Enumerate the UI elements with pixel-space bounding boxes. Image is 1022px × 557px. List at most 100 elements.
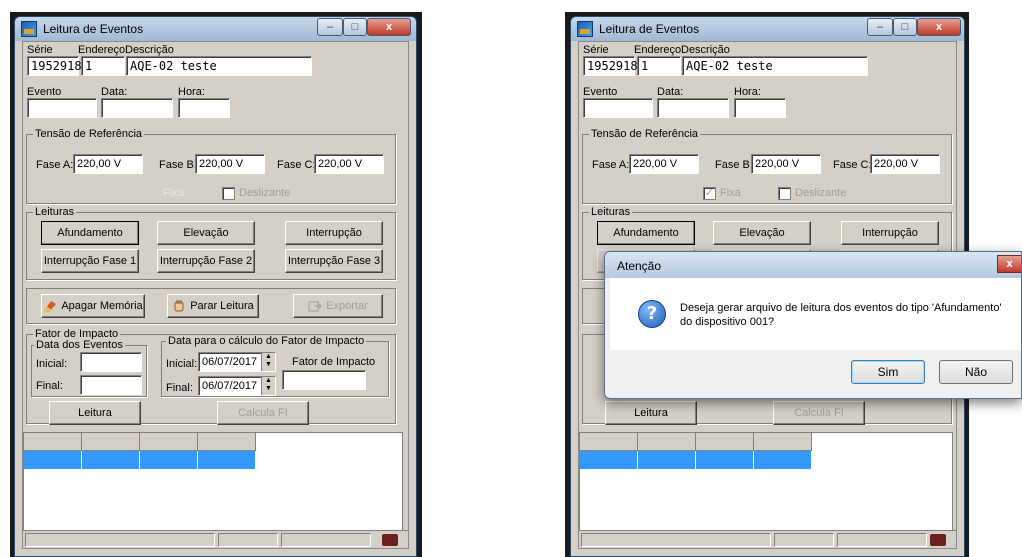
- endereco-field[interactable]: 1: [637, 56, 681, 76]
- close-button[interactable]: x: [367, 18, 411, 36]
- serie-label: Série: [27, 44, 53, 56]
- grid-header-cell[interactable]: [754, 433, 812, 451]
- deslizante-checkbox[interactable]: [222, 187, 235, 200]
- app-icon: [577, 21, 593, 37]
- grid-selected-cell[interactable]: [140, 451, 198, 469]
- fase-b-field[interactable]: 220,00 V: [195, 154, 265, 174]
- endereco-field[interactable]: 1: [81, 56, 125, 76]
- events-grid[interactable]: [579, 432, 953, 540]
- interrupcao-fase2-button[interactable]: Interrupção Fase 2: [157, 249, 255, 273]
- grid-header-cell[interactable]: [140, 433, 198, 451]
- fase-b-field[interactable]: 220,00 V: [751, 154, 821, 174]
- parar-leitura-label: Parar Leitura: [190, 300, 254, 312]
- deslizante-checkbox[interactable]: [778, 187, 791, 200]
- grid-header-cell[interactable]: [82, 433, 140, 451]
- export-icon: [308, 301, 322, 312]
- exportar-label: Exportar: [326, 300, 368, 312]
- yes-button[interactable]: Sim: [851, 360, 925, 384]
- apagar-memoria-button[interactable]: Apagar Memória: [41, 294, 145, 318]
- final-field[interactable]: [80, 375, 142, 395]
- tensao-group: Tensão de Referência Fase A: 220,00 V Fa…: [26, 128, 396, 204]
- calc-final-value: 06/07/2017: [202, 380, 258, 392]
- fase-c-field[interactable]: 220,00 V: [314, 154, 384, 174]
- evento-field[interactable]: [583, 98, 653, 118]
- calc-final-field[interactable]: 06/07/2017 ▲ ▼: [198, 376, 276, 396]
- exportar-button[interactable]: Exportar: [293, 294, 383, 318]
- hora-field[interactable]: [734, 98, 786, 118]
- evento-field[interactable]: [27, 98, 97, 118]
- deslizante-label: Deslizante: [795, 187, 847, 199]
- inicial-field[interactable]: [80, 352, 142, 372]
- data-field[interactable]: [657, 98, 729, 118]
- grid-header-cell[interactable]: [24, 433, 82, 451]
- calc-inicial-spinner[interactable]: ▲ ▼: [261, 353, 275, 371]
- parar-leitura-button[interactable]: Parar Leitura: [167, 294, 259, 318]
- calc-final-label: Final:: [166, 382, 193, 394]
- app-icon: [21, 21, 37, 37]
- status-pane: [774, 533, 834, 547]
- serie-label: Série: [583, 44, 609, 56]
- calculo-legend: Data para o cálculo do Fator de Impacto: [166, 335, 367, 347]
- leituras-legend: Leituras: [589, 206, 633, 218]
- dialog-title-bar[interactable]: Atenção x: [605, 252, 1021, 278]
- fase-c-field[interactable]: 220,00 V: [870, 154, 940, 174]
- deslizante-label: Deslizante: [239, 187, 291, 199]
- dialog-close-button[interactable]: x: [997, 255, 1021, 273]
- afundamento-button[interactable]: Afundamento: [41, 221, 139, 245]
- afundamento-button[interactable]: Afundamento: [597, 221, 695, 245]
- fixa-checkbox[interactable]: ✓: [703, 187, 716, 200]
- hora-field[interactable]: [178, 98, 230, 118]
- title-bar[interactable]: Leitura de Eventos – □ x: [571, 17, 964, 41]
- elevacao-button[interactable]: Elevação: [157, 221, 255, 245]
- grid-selected-cell[interactable]: [24, 451, 82, 469]
- events-grid[interactable]: [23, 432, 403, 540]
- minimize-button[interactable]: –: [317, 18, 343, 36]
- tensao-group: Tensão de Referência Fase A: 220,00 V Fa…: [582, 128, 952, 204]
- fator-impacto-label: Fator de Impacto: [292, 356, 376, 368]
- interrupcao-fase1-button[interactable]: Interrupção Fase 1: [41, 249, 139, 273]
- fator-impacto-field[interactable]: [282, 370, 366, 390]
- descricao-label: Descrição: [125, 44, 174, 56]
- title-bar[interactable]: Leitura de Eventos – □ x: [15, 17, 416, 41]
- close-button[interactable]: x: [917, 18, 961, 36]
- grid-selected-cell[interactable]: [580, 451, 638, 469]
- descricao-label: Descrição: [681, 44, 730, 56]
- calc-inicial-field[interactable]: 06/07/2017 ▲ ▼: [198, 352, 276, 372]
- no-button[interactable]: Não: [939, 360, 1013, 384]
- grid-selected-cell[interactable]: [638, 451, 696, 469]
- data-field[interactable]: [101, 98, 173, 118]
- apagar-memoria-label: Apagar Memória: [61, 300, 143, 312]
- fase-a-field[interactable]: 220,00 V: [73, 154, 143, 174]
- window-title: Leitura de Eventos: [599, 22, 700, 36]
- calcula-fi-button[interactable]: Calcula FI: [773, 401, 865, 425]
- minimize-button[interactable]: –: [867, 18, 893, 36]
- elevacao-button[interactable]: Elevação: [713, 221, 811, 245]
- final-label: Final:: [36, 380, 63, 392]
- maximize-button[interactable]: □: [893, 18, 917, 36]
- grid-header-cell[interactable]: [580, 433, 638, 451]
- fixa-label: Fixa: [163, 187, 184, 199]
- calc-final-spinner[interactable]: ▲ ▼: [261, 377, 275, 395]
- grid-header-cell[interactable]: [696, 433, 754, 451]
- interrupcao-button[interactable]: Interrupção: [285, 221, 383, 245]
- device-icon: [382, 534, 398, 546]
- interrupcao-button[interactable]: Interrupção: [841, 221, 939, 245]
- grid-selected-cell[interactable]: [198, 451, 256, 469]
- grid-selected-cell[interactable]: [754, 451, 812, 469]
- grid-header-cell[interactable]: [198, 433, 256, 451]
- serie-field[interactable]: 1952918: [27, 56, 82, 76]
- descricao-field[interactable]: AQE-02 teste: [126, 56, 312, 76]
- fase-a-field[interactable]: 220,00 V: [629, 154, 699, 174]
- serie-field[interactable]: 1952918: [583, 56, 638, 76]
- leitura-button[interactable]: Leitura: [49, 401, 141, 425]
- interrupcao-fase3-button[interactable]: Interrupção Fase 3: [285, 249, 383, 273]
- left-window: Leitura de Eventos – □ x Série Endereço …: [14, 16, 417, 557]
- descricao-field[interactable]: AQE-02 teste: [682, 56, 868, 76]
- leitura-button[interactable]: Leitura: [605, 401, 697, 425]
- grid-header-cell[interactable]: [638, 433, 696, 451]
- maximize-button[interactable]: □: [343, 18, 367, 36]
- evento-label: Evento: [27, 86, 62, 98]
- grid-selected-cell[interactable]: [696, 451, 754, 469]
- calcula-fi-button[interactable]: Calcula FI: [217, 401, 309, 425]
- grid-selected-cell[interactable]: [82, 451, 140, 469]
